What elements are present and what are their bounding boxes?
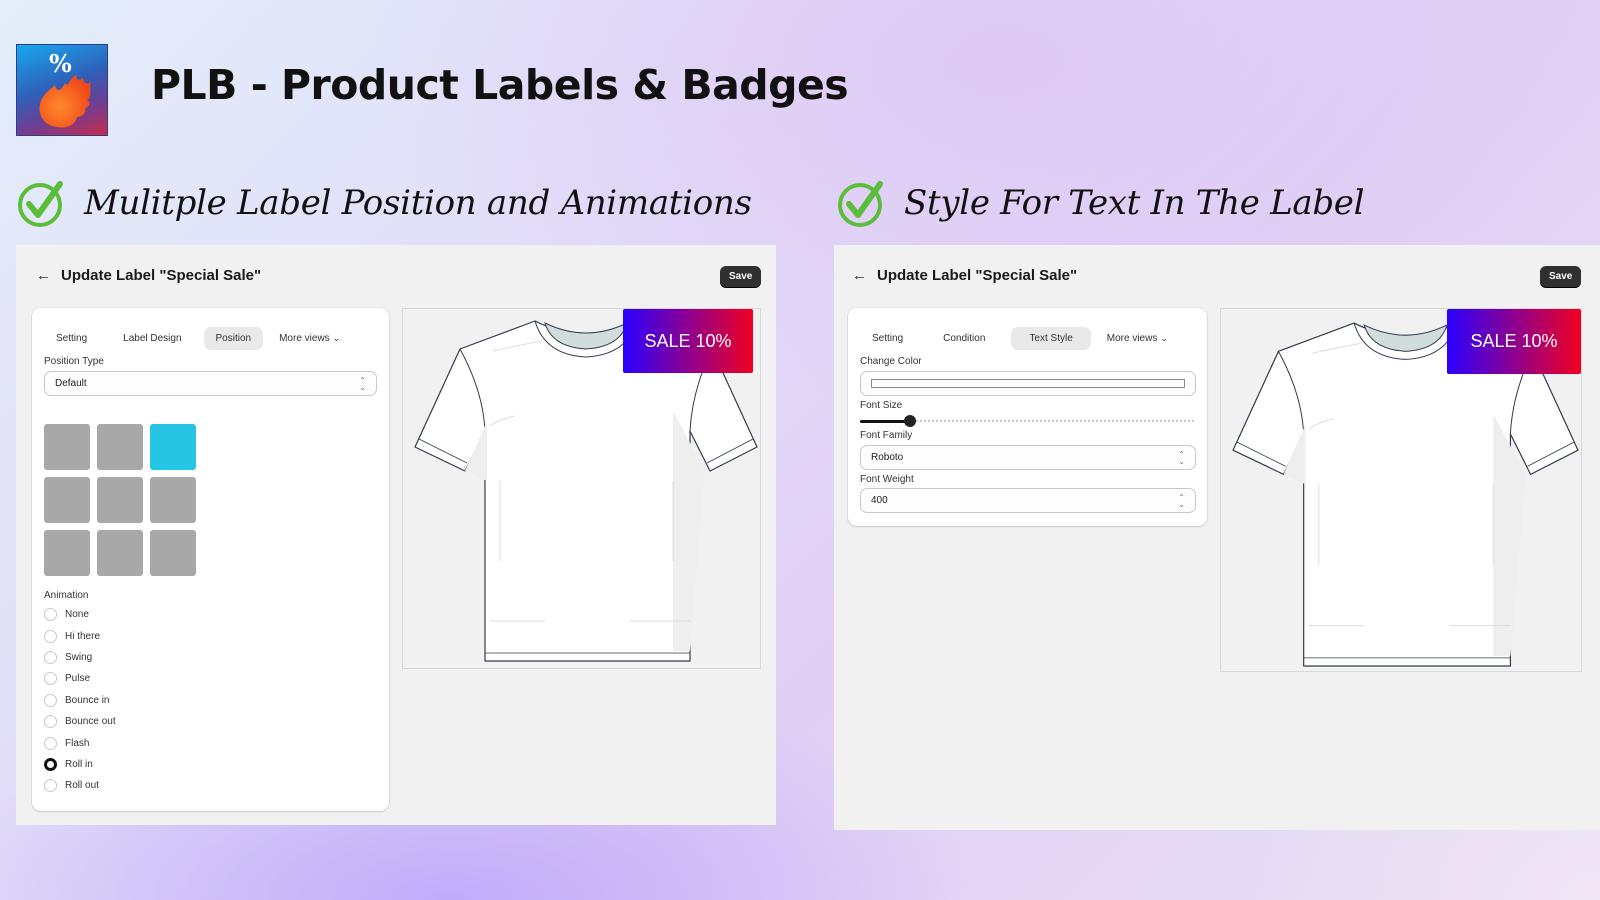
radio-button[interactable] <box>44 672 57 686</box>
page-title: Update Label "Special Sale" <box>877 267 1078 284</box>
tab-more-views-label: More views <box>279 333 330 344</box>
animation-option-label: Pulse <box>65 673 91 685</box>
tab-setting[interactable]: Setting <box>860 327 915 350</box>
position-cell-r1-c2[interactable] <box>97 424 143 470</box>
label-editor-panel-position: ← Update Label "Special Sale" Save Setti… <box>16 245 776 825</box>
position-type-value: Default <box>55 378 87 389</box>
tab-label-design[interactable]: Label Design <box>111 327 193 350</box>
radio-button[interactable] <box>44 715 57 729</box>
settings-card: Setting Label Design Position More views… <box>32 308 389 811</box>
font-size-label: Font Size <box>860 400 903 411</box>
tab-more-views[interactable]: More views ⌄ <box>267 327 352 350</box>
position-type-label: Position Type <box>44 356 104 367</box>
chevron-down-icon: ⌄ <box>1160 333 1168 343</box>
arrow-left-icon[interactable]: ← <box>36 267 51 284</box>
animation-option-label: Swing <box>65 651 93 663</box>
check-circle-icon <box>18 181 63 227</box>
tab-more-views-label: More views <box>1106 333 1158 344</box>
tab-position[interactable]: Position <box>203 327 264 350</box>
app-logo: % <box>16 44 108 136</box>
feature-heading-text-style: Style For Text In The Label <box>836 178 1364 228</box>
settings-card: Setting Condition Text Style More views ⌄… <box>848 308 1207 526</box>
font-weight-label: Font Weight <box>860 474 914 485</box>
animation-option[interactable]: Bounce in <box>44 690 116 711</box>
product-preview: SALE 10% <box>402 308 761 669</box>
save-button[interactable]: Save <box>720 266 762 287</box>
animation-option[interactable]: Bounce out <box>44 711 116 732</box>
tab-setting[interactable]: Setting <box>44 327 99 350</box>
position-cell-r1-c1[interactable] <box>44 424 90 470</box>
radio-button[interactable] <box>44 629 57 643</box>
font-family-select[interactable]: Roboto ⌃ ⌄ <box>860 445 1196 470</box>
font-family-value: Roboto <box>871 452 904 463</box>
tab-bar: Setting Label Design Position More views… <box>44 327 352 350</box>
position-cell-r3-c1[interactable] <box>44 530 90 576</box>
radio-button[interactable] <box>44 757 57 771</box>
font-size-slider[interactable] <box>860 414 1196 428</box>
position-cell-r2-c1[interactable] <box>44 477 90 523</box>
feature-heading-positions: Mulitple Label Position and Animations <box>16 178 752 228</box>
check-circle-icon <box>838 181 883 227</box>
animation-option[interactable]: Swing <box>44 647 116 668</box>
position-cell-r2-c3[interactable] <box>150 477 196 523</box>
position-type-select[interactable]: Default ⌃ ⌄ <box>44 371 377 396</box>
sale-badge: SALE 10% <box>1447 309 1581 374</box>
sale-badge: SALE 10% <box>623 309 753 373</box>
slider-thumb[interactable] <box>904 415 917 427</box>
label-editor-panel-text-style: ← Update Label "Special Sale" Save Setti… <box>834 245 1600 830</box>
tab-bar: Setting Condition Text Style More views ⌄ <box>860 327 1180 350</box>
product-preview: SALE 10% <box>1220 308 1582 672</box>
animation-radio-group: None Hi there Swing Pulse Bounce in Bounce ou… <box>44 604 116 797</box>
animation-option[interactable]: Roll out <box>44 775 116 796</box>
animation-option-label: None <box>65 609 89 621</box>
select-updown-icon: ⌃ ⌄ <box>1178 492 1185 509</box>
position-cell-r2-c2[interactable] <box>97 477 143 523</box>
position-cell-r3-c3[interactable] <box>150 530 196 576</box>
animation-label: Animation <box>44 590 89 601</box>
arrow-left-icon[interactable]: ← <box>852 267 867 284</box>
tab-text-style[interactable]: Text Style <box>1011 327 1091 350</box>
app-title: PLB - Product Labels & Badges <box>151 61 849 109</box>
animation-option[interactable]: Pulse <box>44 668 116 689</box>
animation-option-label: Flash <box>65 737 90 749</box>
color-swatch <box>871 379 1185 388</box>
flame-icon <box>39 75 91 128</box>
slider-fill <box>860 419 911 423</box>
animation-option-label: Bounce in <box>65 694 110 706</box>
animation-option-label: Bounce out <box>65 716 116 728</box>
save-button[interactable]: Save <box>1540 266 1582 287</box>
chevron-down-icon: ⌄ <box>332 333 341 343</box>
animation-option[interactable]: Roll in <box>44 754 116 775</box>
animation-option-label: Roll in <box>65 758 93 770</box>
animation-option-label: Roll out <box>65 780 99 792</box>
position-cell-r3-c2[interactable] <box>97 530 143 576</box>
panel-header: ← Update Label "Special Sale" <box>852 267 1077 284</box>
feature-heading-text: Mulitple Label Position and Animations <box>84 183 752 223</box>
feature-heading-text: Style For Text In The Label <box>904 183 1365 223</box>
animation-option[interactable]: Hi there <box>44 625 116 646</box>
position-cell-r1-c3[interactable] <box>150 424 196 470</box>
animation-option-label: Hi there <box>65 630 101 642</box>
color-picker-input[interactable] <box>860 371 1196 396</box>
font-weight-value: 400 <box>871 495 888 506</box>
position-grid <box>44 424 196 576</box>
select-updown-icon: ⌃ ⌄ <box>1178 449 1185 466</box>
animation-option[interactable]: Flash <box>44 732 116 753</box>
font-weight-select[interactable]: 400 ⌃ ⌄ <box>860 488 1196 513</box>
tab-more-views[interactable]: More views ⌄ <box>1095 327 1180 350</box>
select-updown-icon: ⌃ ⌄ <box>359 375 366 392</box>
change-color-label: Change Color <box>860 356 922 367</box>
tab-condition[interactable]: Condition <box>931 327 997 350</box>
font-family-label: Font Family <box>860 430 913 441</box>
radio-button[interactable] <box>44 608 57 622</box>
radio-button[interactable] <box>44 650 57 664</box>
page-title: Update Label "Special Sale" <box>61 267 262 284</box>
radio-button[interactable] <box>44 779 57 793</box>
animation-option[interactable]: None <box>44 604 116 625</box>
radio-button[interactable] <box>44 693 57 707</box>
panel-header: ← Update Label "Special Sale" <box>36 267 261 284</box>
radio-button[interactable] <box>44 736 57 750</box>
